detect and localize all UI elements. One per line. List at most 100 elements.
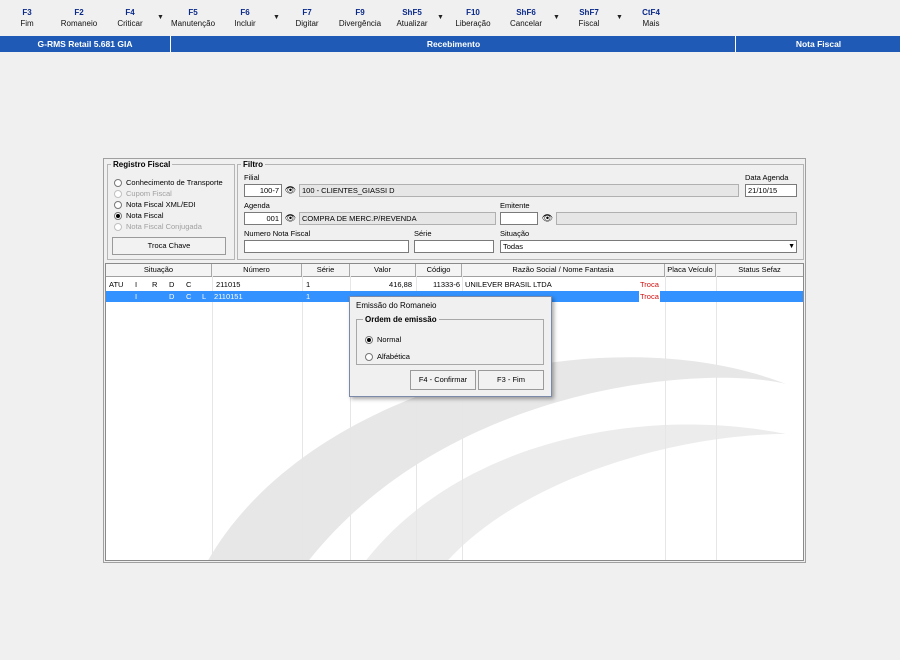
cancelar-dropdown-icon[interactable]: ▼: [553, 14, 560, 21]
toolbar-label: Digitar: [295, 19, 319, 28]
toolbar-label: Fim: [20, 19, 34, 28]
troca-tag: Troca: [640, 280, 659, 289]
radio-label: Nota Fiscal: [126, 211, 164, 220]
confirmar-button[interactable]: F4 - Confirmar: [410, 370, 476, 390]
troca-chave-button[interactable]: Troca Chave: [112, 237, 226, 255]
emitente-search-binoculars-icon[interactable]: 👁: [541, 212, 554, 224]
toolbar-button-cancelar[interactable]: ShF6 Cancelar: [509, 7, 543, 29]
filial-search-binoculars-icon[interactable]: 👁: [284, 184, 297, 196]
toolbar-button-liberacao[interactable]: F10 Liberação: [453, 7, 493, 29]
toolbar-label: Romaneio: [60, 19, 98, 28]
toolbar-label: Mais: [642, 19, 660, 28]
toolbar-button-digitar[interactable]: F7 Digitar: [293, 7, 321, 29]
toolbar-label: Manutenção: [170, 19, 216, 28]
flag-c: C: [186, 280, 192, 289]
toolbar-key: ShF5: [402, 8, 422, 17]
toolbar-button-fiscal[interactable]: ShF7 Fiscal: [576, 7, 602, 29]
toolbar-label: Liberação: [455, 19, 491, 28]
toolbar-key: CtF4: [642, 8, 660, 17]
toolbar-button-criticar[interactable]: F4 Criticar: [115, 7, 145, 29]
fim-button[interactable]: F3 - Fim: [478, 370, 544, 390]
col-header-serie[interactable]: Série: [302, 264, 350, 276]
function-key-toolbar: F3 Fim F2 Romaneio F4 Criticar ▼ F5 Manu…: [0, 0, 900, 36]
radio-circle-icon: [365, 352, 373, 361]
toolbar-button-romaneio[interactable]: F2 Romaneio: [58, 7, 100, 29]
toolbar-button-divergencia[interactable]: F9 Divergência: [337, 7, 383, 29]
toolbar-label: Fiscal: [578, 19, 600, 28]
radio-circle-icon: [114, 200, 122, 209]
col-header-placa-veiculo[interactable]: Placa Veículo: [665, 264, 716, 276]
cell-serie: 1: [306, 280, 311, 289]
toolbar-label: Atualizar: [396, 19, 428, 28]
radio-circle-icon: [114, 189, 122, 198]
grid-divider: [302, 276, 303, 560]
toolbar-key: F4: [125, 8, 135, 17]
toolbar-key: ShF7: [579, 8, 599, 17]
col-header-status-sefaz[interactable]: Status Sefaz: [716, 264, 803, 276]
status-bar: G-RMS Retail 5.681 GIA Recebimento Nota …: [0, 36, 900, 52]
flag-i: I: [135, 280, 138, 289]
cell-codigo: 11333-6: [433, 280, 460, 289]
filtro-legend: Filtro: [243, 160, 263, 169]
flag-l: L: [202, 292, 207, 301]
toolbar-button-incluir[interactable]: F6 Incluir: [231, 7, 259, 29]
radio-label: Conhecimento de Transporte: [126, 178, 223, 187]
toolbar-label: Criticar: [117, 19, 143, 28]
toolbar-label: Divergência: [338, 19, 382, 28]
agenda-name-field: COMPRA DE MERC.P/REVENDA: [299, 212, 496, 225]
serie-input[interactable]: [414, 240, 494, 253]
col-header-codigo[interactable]: Código: [416, 264, 462, 276]
radio-nota-fiscal-conjugada: Nota Fiscal Conjugada: [114, 222, 202, 231]
criticar-dropdown-icon[interactable]: ▼: [157, 14, 164, 21]
filial-label: Filial: [244, 173, 260, 182]
radio-alfabetica[interactable]: Alfabética: [365, 352, 410, 361]
toolbar-button-atualizar[interactable]: ShF5 Atualizar: [395, 7, 429, 29]
emitente-label: Emitente: [500, 201, 530, 210]
toolbar-button-fim[interactable]: F3 Fim: [17, 7, 37, 29]
radio-circle-icon: [114, 222, 122, 231]
grid-divider: [212, 276, 213, 560]
atualizar-dropdown-icon[interactable]: ▼: [437, 14, 444, 21]
radio-normal[interactable]: Normal: [365, 335, 401, 344]
toolbar-key: F9: [355, 8, 365, 17]
toolbar-key: F10: [466, 8, 480, 17]
emitente-code-input[interactable]: [500, 212, 538, 225]
toolbar-button-mais[interactable]: CtF4 Mais: [640, 7, 662, 29]
toolbar-key: F2: [74, 8, 84, 17]
radio-circle-icon: [114, 178, 122, 187]
ordem-emissao-legend: Ordem de emissão: [365, 315, 437, 324]
radio-label: Nota Fiscal Conjugada: [126, 222, 202, 231]
filial-code-input[interactable]: 100-7: [244, 184, 282, 197]
serie-label: Série: [414, 229, 432, 238]
emissao-romaneio-dialog: Emissão do Romaneio Ordem de emissão Nor…: [349, 296, 552, 397]
radio-conhecimento-transporte[interactable]: Conhecimento de Transporte: [114, 178, 223, 187]
cell-razao-social: UNILEVER BRASIL LTDA: [465, 280, 552, 289]
table-row[interactable]: ATU I R D C 211015 1 416,88 11333-6 UNIL…: [106, 279, 803, 290]
radio-nota-fiscal-xml[interactable]: Nota Fiscal XML/EDI: [114, 200, 196, 209]
situacao-select[interactable]: Todas ▼: [500, 240, 797, 253]
toolbar-key: F3: [22, 8, 32, 17]
cell-serie: 1: [306, 292, 311, 301]
incluir-dropdown-icon[interactable]: ▼: [273, 14, 280, 21]
flag-i: I: [135, 292, 138, 301]
col-header-numero[interactable]: Número: [212, 264, 302, 276]
col-header-situacao[interactable]: Situação: [106, 264, 212, 276]
data-agenda-input[interactable]: 21/10/15: [745, 184, 797, 197]
dialog-title: Emissão do Romaneio: [356, 301, 437, 310]
col-header-valor[interactable]: Valor: [350, 264, 416, 276]
toolbar-label: Incluir: [234, 19, 256, 28]
toolbar-key: F5: [188, 8, 198, 17]
data-agenda-label: Data Agenda: [745, 173, 789, 182]
toolbar-button-manutencao[interactable]: F5 Manutenção: [168, 7, 218, 29]
toolbar-label: Cancelar: [509, 19, 542, 28]
agenda-search-binoculars-icon[interactable]: 👁: [284, 212, 297, 224]
agenda-code-input[interactable]: 001: [244, 212, 282, 225]
numero-nf-label: Numero Nota Fiscal: [244, 229, 311, 238]
chevron-down-icon[interactable]: ▼: [788, 241, 795, 252]
numero-nf-input[interactable]: [244, 240, 409, 253]
grid-divider: [716, 276, 717, 560]
col-header-razao-social[interactable]: Razão Social / Nome Fantasia: [462, 264, 665, 276]
fiscal-dropdown-icon[interactable]: ▼: [616, 14, 623, 21]
module-title: Recebimento: [170, 36, 736, 52]
radio-nota-fiscal[interactable]: Nota Fiscal: [114, 211, 164, 220]
